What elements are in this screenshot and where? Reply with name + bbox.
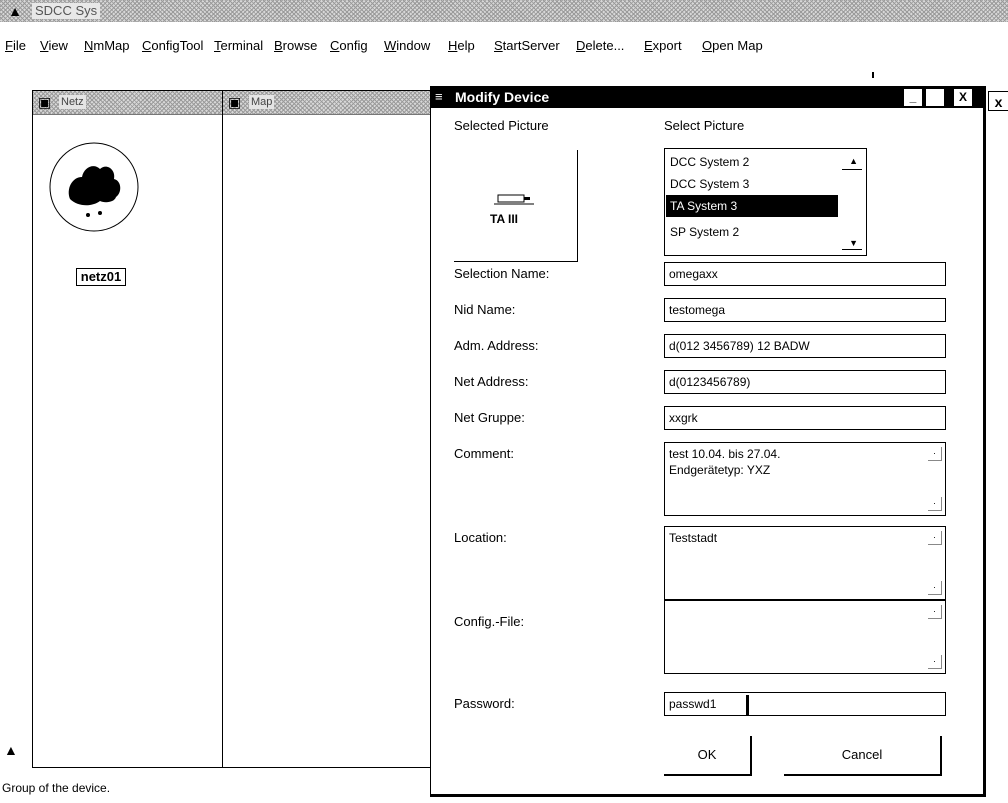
menu-view[interactable]: View [40, 38, 68, 54]
scroll-divider [842, 169, 862, 170]
picture-listbox[interactable]: DCC System 2 DCC System 3 TA System 3 SP… [664, 148, 867, 256]
net-window-icon[interactable]: ▣ [38, 94, 51, 110]
menu-configtool[interactable]: ConfigTool [142, 38, 203, 54]
map-window[interactable]: ▣ Map [222, 90, 434, 768]
scroll-divider [842, 249, 862, 250]
scroll-down-icon[interactable]: · [928, 497, 942, 511]
network-cloud-icon[interactable] [48, 141, 140, 233]
node-label-netz01[interactable]: netz01 [76, 268, 126, 286]
location-label: Location: [454, 530, 507, 545]
cancel-button[interactable]: Cancel [784, 736, 942, 776]
scroll-down-icon[interactable]: ▼ [849, 237, 858, 249]
menu-help[interactable]: Help [448, 38, 475, 54]
maximize-button[interactable] [926, 89, 944, 106]
scroll-up-icon[interactable]: · [928, 531, 942, 545]
app-logo-icon[interactable]: ▲ [6, 3, 24, 19]
comment-label: Comment: [454, 446, 514, 461]
menubar: File View NmMap ConfigTool Terminal Brow… [0, 34, 1008, 56]
nid-name-label: Nid Name: [454, 302, 516, 317]
net-window-title: Netz [59, 95, 86, 109]
net-gruppe-label: Net Gruppe: [454, 410, 525, 425]
adm-address-label: Adm. Address: [454, 338, 539, 353]
list-item-selected[interactable]: TA System 3 [666, 195, 838, 217]
net-address-field[interactable]: d(0123456789) [664, 370, 946, 394]
selection-name-field[interactable]: omegaxx [664, 262, 946, 286]
menu-window[interactable]: Window [384, 38, 430, 54]
config-file-textarea[interactable]: · · [664, 600, 946, 674]
close-button[interactable]: X [954, 89, 972, 106]
device-picture-icon [494, 194, 534, 205]
menu-delete[interactable]: Delete... [576, 38, 624, 54]
password-field[interactable]: passwd1 [664, 692, 946, 716]
menu-startserver[interactable]: StartServer [494, 38, 560, 54]
comment-line: Endgerätetyp: YXZ [669, 463, 771, 477]
menu-open-map[interactable]: Open Map [702, 38, 763, 54]
comment-line: test 10.04. bis 27.04. [669, 447, 781, 461]
menu-file[interactable]: File [5, 38, 26, 54]
modify-device-dialog: ≡ Modify Device _ X Selected Picture Sel… [430, 86, 986, 797]
app-title: SDCC Sys [32, 3, 101, 19]
password-label: Password: [454, 696, 515, 711]
dialog-menu-icon[interactable]: ≡ [435, 88, 443, 106]
selection-name-label: Selection Name: [454, 266, 550, 281]
picture-caption: TA III [490, 212, 518, 226]
map-window-icon[interactable]: ▣ [228, 94, 241, 110]
scroll-down-icon[interactable]: · [928, 581, 942, 595]
selected-picture-preview: TA III [454, 150, 578, 262]
minimize-button[interactable]: _ [904, 89, 922, 106]
dialog-title: Modify Device [455, 89, 550, 105]
net-gruppe-field[interactable]: xxgrk [664, 406, 946, 430]
menu-browse[interactable]: Browse [274, 38, 317, 54]
location-value: Teststadt [669, 531, 718, 545]
config-file-label: Config.-File: [454, 614, 525, 629]
mouse-cursor [872, 72, 874, 78]
net-window-titlebar[interactable]: ▣ Netz [33, 91, 223, 115]
menu-config[interactable]: Config [330, 38, 368, 54]
adm-address-field[interactable]: d(012 3456789) 12 BADW [664, 334, 946, 358]
list-item[interactable]: DCC System 2 [666, 151, 838, 173]
app-titlebar: ▲ SDCC Sys [0, 0, 1008, 22]
scroll-up-icon[interactable]: ▲ [849, 155, 858, 167]
dialog-titlebar[interactable]: ≡ Modify Device _ X [431, 86, 984, 108]
status-text: Group of the device. [2, 781, 111, 795]
map-window-title: Map [249, 95, 275, 109]
menu-export[interactable]: Export [644, 38, 682, 54]
select-picture-label: Select Picture [664, 118, 745, 133]
selected-picture-label: Selected Picture [454, 118, 549, 133]
list-item[interactable]: DCC System 3 [666, 173, 838, 195]
map-window-titlebar[interactable]: ▣ Map [223, 91, 433, 115]
net-address-label: Net Address: [454, 374, 529, 389]
location-textarea[interactable]: Teststadt · · [664, 526, 946, 600]
scroll-down-icon[interactable]: · [928, 655, 942, 669]
scroll-up-icon[interactable]: · [928, 605, 942, 619]
text-caret [746, 695, 749, 715]
comment-textarea[interactable]: test 10.04. bis 27.04. Endgerätetyp: YXZ… [664, 442, 946, 516]
menu-nmmap[interactable]: NmMap [84, 38, 130, 54]
background-close-button[interactable]: x [988, 91, 1008, 111]
tool-icon[interactable]: ▲ [4, 740, 18, 760]
statusbar: Group of the device. [0, 777, 430, 799]
list-item[interactable]: SP System 2 [666, 221, 838, 243]
menu-terminal[interactable]: Terminal [214, 38, 263, 54]
scroll-up-icon[interactable]: · [928, 447, 942, 461]
nid-name-field[interactable]: testomega [664, 298, 946, 322]
ok-button[interactable]: OK [664, 736, 752, 776]
